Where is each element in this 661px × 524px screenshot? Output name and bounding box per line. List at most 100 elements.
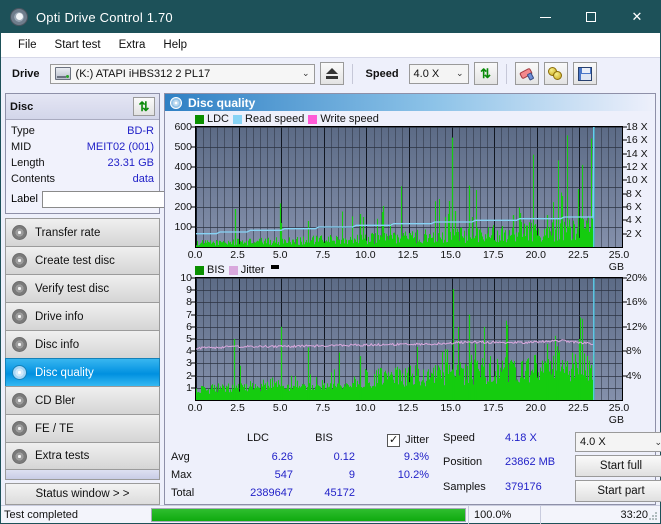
maximize-button[interactable]: [568, 1, 614, 33]
save-button[interactable]: [572, 62, 597, 85]
disc-label-row: Label: [11, 189, 244, 209]
x-tick-label: 7.5: [315, 249, 331, 261]
y-tick-label: 600: [174, 121, 192, 133]
x-tick-label: 0.0: [187, 249, 203, 261]
stats-bis-avg: 0.12: [333, 451, 355, 463]
y2-tick: [623, 153, 627, 155]
stats-ldc-max: 547: [274, 469, 293, 481]
drive-select[interactable]: (K:) ATAPI iHBS312 2 PL17 ⌄: [49, 63, 315, 84]
erase-button[interactable]: [514, 62, 539, 85]
sidebar-item-label: Disc info: [35, 338, 80, 351]
jitter-checkbox[interactable]: ✓: [387, 433, 401, 447]
sidebar-item-disc-info[interactable]: Disc info: [5, 330, 160, 358]
resize-grip[interactable]: [648, 511, 658, 521]
sidebar-item-drive-info[interactable]: Drive info: [5, 302, 160, 330]
bis-plot-wrap: 1 2 3 4 5 6 7 8 9 10 4% 8% 12% 16% 20%: [167, 272, 653, 401]
chevron-down-icon: ⌄: [301, 68, 310, 78]
progress-bar: [151, 507, 466, 522]
close-icon[interactable]: ✕: [614, 1, 660, 33]
window-controls: ✕: [522, 1, 660, 33]
sidebar-item-transfer-rate[interactable]: Transfer rate: [5, 218, 160, 246]
jitter-line: [196, 339, 594, 350]
status-window-button[interactable]: Status window > >: [5, 483, 160, 505]
menu-file[interactable]: File: [9, 36, 46, 54]
legend-label: BIS: [207, 264, 225, 276]
ldc-y2-axis-speed: 2 X4 X6 X8 X 10 X 12 X 14 X 16 X 18 X: [623, 121, 653, 248]
sidebar-item-create-test-disc[interactable]: Create test disc: [5, 246, 160, 274]
bitsetting-button[interactable]: [543, 62, 568, 85]
bis-x-axis-row: 0.0 2.5 5.0 7.5 10.0 12.5 15.0 17.5 20.0 22.5 25.0…: [167, 401, 653, 426]
menu-help[interactable]: Help: [154, 36, 196, 54]
drive-select-value: (K:) ATAPI iHBS312 2 PL17: [75, 67, 211, 80]
x-tick-label: 7.5: [315, 402, 331, 414]
sidebar: Disc ⇅ Type BD-R MID MEIT02 (001) Length…: [5, 93, 244, 505]
y2-tick: [623, 233, 627, 235]
menu-extra[interactable]: Extra: [110, 36, 155, 54]
y2-tick: [623, 326, 627, 328]
legend-label: LDC: [207, 113, 230, 125]
disc-row-length-label: Length: [11, 157, 45, 169]
y2-tick: [623, 375, 627, 377]
sidebar-item-extra-tests[interactable]: Extra tests: [5, 442, 160, 470]
start-part-button[interactable]: Start part: [575, 480, 661, 502]
test-speed-select[interactable]: 4.0 X ⌄: [575, 432, 661, 452]
ldc-x-axis-row: 0.0 2.5 5.0 7.5 10.0 12.5 15.0 17.5 20.0 22.5 25.0…: [167, 248, 653, 273]
disc-icon: [12, 393, 27, 408]
menu-bar: File Start test Extra Help: [1, 33, 660, 57]
refresh-arrows-icon: ⇅: [138, 99, 150, 114]
y2-tick-label: 18 X: [626, 121, 648, 133]
disc-panel-header: Disc ⇅: [6, 94, 159, 120]
legend-label: Jitter: [240, 264, 265, 276]
sidebar-item-fe-te[interactable]: FE / TE: [5, 414, 160, 442]
disc-icon: [12, 309, 27, 324]
y2-tick: [623, 350, 627, 352]
disc-panel-title: Disc: [10, 100, 34, 113]
disc-icon: [12, 365, 27, 380]
y2-tick-label: 8 X: [626, 187, 642, 200]
stats-area: LDC BIS ✓ Jitter Avg 6.26 0.12 9.3% Max …: [165, 428, 661, 504]
legend-swatch: [308, 114, 318, 124]
start-full-button[interactable]: Start full: [575, 455, 661, 477]
legend-item-write-speed: Write speed: [308, 113, 379, 125]
minimize-button[interactable]: [522, 1, 568, 33]
eject-button[interactable]: [319, 62, 344, 85]
stats-jitter-max: 10.2%: [397, 469, 429, 481]
speed-select[interactable]: 4.0 X ⌄: [408, 63, 469, 84]
legend-swatch: [195, 114, 204, 124]
floppy-save-icon: [577, 66, 592, 81]
y-tick-label: 300: [174, 181, 192, 193]
y2-tick: [623, 139, 627, 141]
stats-position-label: Position: [443, 456, 483, 469]
x-tick-label: 22.5: [568, 249, 589, 261]
disc-refresh-button[interactable]: ⇅: [133, 97, 155, 116]
sidebar-item-disc-quality[interactable]: Disc quality: [5, 358, 160, 386]
disc-row-length: Length 23.31 GB: [11, 155, 154, 171]
content-area: Disc ⇅ Type BD-R MID MEIT02 (001) Length…: [1, 89, 661, 505]
elapsed-time: 33:20: [540, 505, 660, 524]
y2-tick-label: 4%: [626, 369, 642, 382]
disc-row-mid: MID MEIT02 (001): [11, 139, 154, 155]
y-tick-label: 100: [174, 221, 192, 233]
y2-tick-label: 12%: [626, 320, 648, 333]
y2-tick-label: 6 X: [626, 201, 642, 213]
disc-icon: [12, 225, 27, 240]
sidebar-item-label: Extra tests: [35, 450, 90, 462]
status-bar: Test completed 100.0% 33:20: [1, 505, 660, 524]
refresh-button[interactable]: ⇅: [473, 62, 498, 85]
sidebar-item-label: Transfer rate: [35, 226, 101, 239]
sidebar-item-label: Drive info: [35, 310, 84, 323]
coins-icon: [548, 67, 563, 80]
sidebar-item-cd-bler[interactable]: CD Bler: [5, 386, 160, 414]
y-tick-label: 500: [174, 141, 192, 153]
legend-item-bis: BIS: [195, 264, 225, 276]
nav-list: Transfer rate Create test disc Verify te…: [5, 218, 160, 470]
y2-tick: [623, 193, 627, 195]
y2-tick-label: 12 X: [626, 161, 648, 173]
legend-swatch: [228, 265, 238, 275]
disc-row-type: Type BD-R: [11, 123, 154, 139]
speed-label: Speed: [365, 67, 399, 80]
bis-plot: [195, 277, 623, 401]
y2-tick: [623, 301, 627, 303]
sidebar-item-verify-test-disc[interactable]: Verify test disc: [5, 274, 160, 302]
menu-start-test[interactable]: Start test: [46, 36, 110, 54]
